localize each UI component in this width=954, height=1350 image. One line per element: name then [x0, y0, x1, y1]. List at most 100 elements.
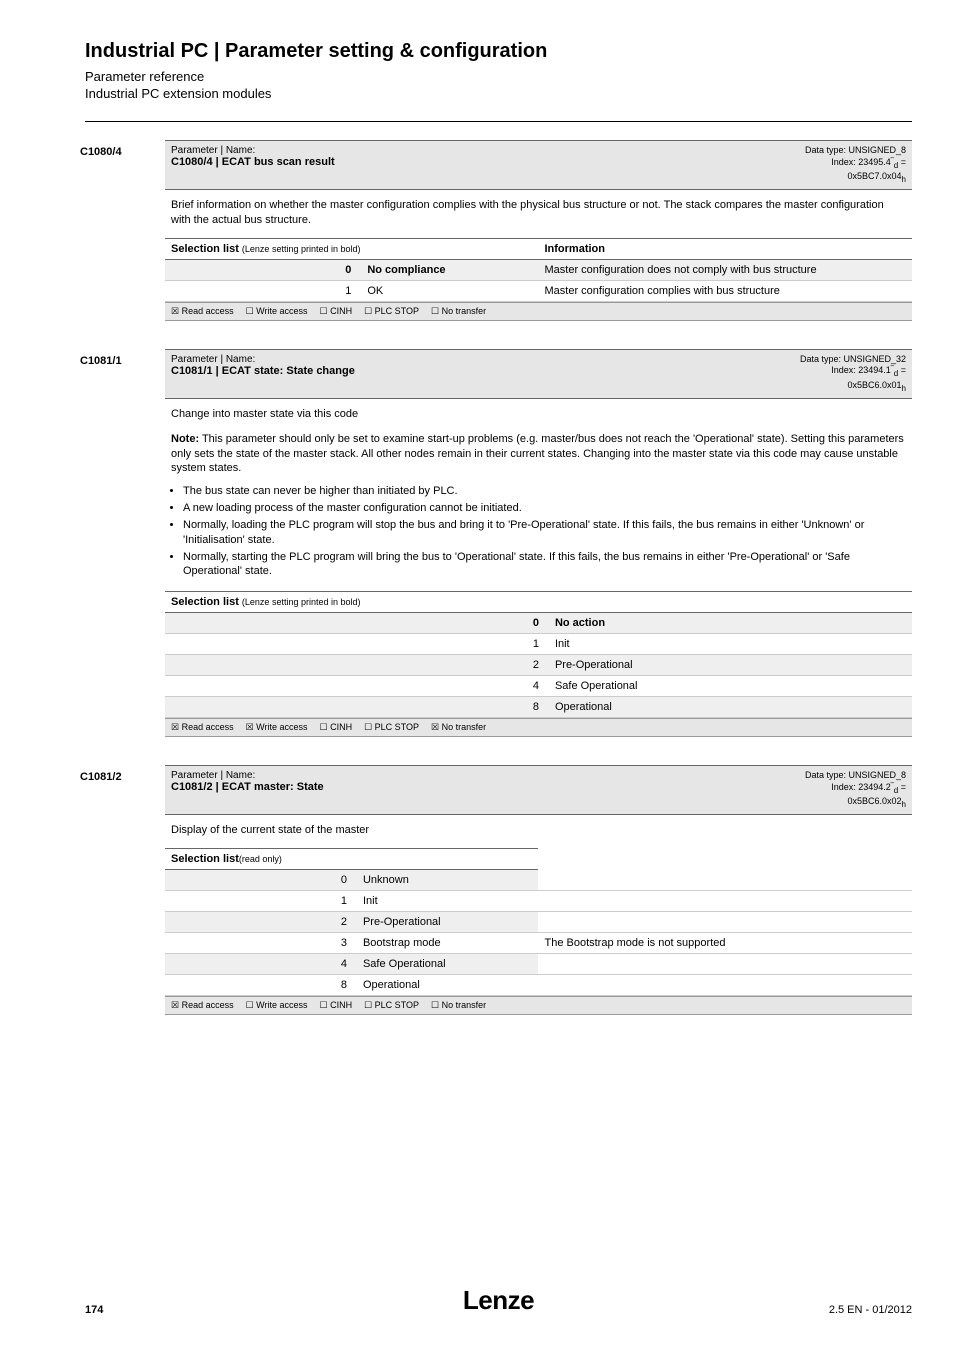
row-label: Init	[549, 634, 912, 655]
row-label: Bootstrap mode	[357, 933, 539, 954]
row-value: 4	[165, 676, 549, 697]
row-value: 0	[165, 613, 549, 634]
parameter-block: C1081/1Parameter | Name:C1081/1 | ECAT s…	[85, 349, 912, 738]
row-info	[538, 891, 912, 912]
access-flags: ☒ Read access☐ Write access☐ CINH☐ PLC S…	[165, 996, 912, 1015]
param-index: Index: 23494.1‾d =	[800, 365, 906, 379]
parameter-content: Parameter | Name:C1081/2 | ECAT master: …	[165, 765, 912, 1015]
access-flags: ☒ Read access☒ Write access☐ CINH☐ PLC S…	[165, 718, 912, 737]
selection-table: Selection list (Lenze setting printed in…	[165, 591, 912, 718]
parameter-header: Parameter | Name:C1080/4 | ECAT bus scan…	[165, 140, 912, 190]
flag-cinh: ☐ CINH	[320, 306, 353, 316]
param-meta: Data type: UNSIGNED_8Index: 23494.2‾d =0…	[805, 770, 906, 810]
table-row: 8Operational	[165, 975, 912, 996]
table-row: 1OKMaster configuration complies with bu…	[165, 280, 912, 301]
row-value: 0	[165, 259, 361, 280]
row-info: Master configuration does not comply wit…	[538, 259, 912, 280]
selection-header: Selection list (Lenze setting printed in…	[165, 592, 912, 613]
flag-plcstop: ☐ PLC STOP	[364, 722, 419, 732]
parameter-block: C1081/2Parameter | Name:C1081/2 | ECAT m…	[85, 765, 912, 1015]
row-value: 1	[165, 634, 549, 655]
row-label: Operational	[357, 975, 539, 996]
row-label: OK	[361, 280, 538, 301]
page-footer: 174 Lenze 2.5 EN - 01/2012	[85, 1304, 912, 1316]
param-hex: 0x5BC6.0x02h	[805, 796, 906, 810]
parameter-code: C1081/1	[80, 349, 165, 738]
row-info: Master configuration complies with bus s…	[538, 280, 912, 301]
row-label: Pre-Operational	[549, 655, 912, 676]
param-label: Parameter | Name:	[171, 145, 335, 156]
row-label: Safe Operational	[357, 954, 539, 975]
param-meta: Data type: UNSIGNED_32Index: 23494.1‾d =…	[800, 354, 906, 394]
selection-header-note: (Lenze setting printed in bold)	[242, 597, 361, 607]
flag-plcstop: ☐ PLC STOP	[364, 306, 419, 316]
table-row: 0No action	[165, 613, 912, 634]
param-bullets: The bus state can never be higher than i…	[165, 484, 912, 591]
row-label: Pre-Operational	[357, 912, 539, 933]
table-row: 4Safe Operational	[165, 954, 912, 975]
row-info	[538, 954, 912, 975]
param-note: Note: This parameter should only be set …	[165, 432, 912, 485]
selection-header-note: (read only)	[239, 854, 282, 864]
param-datatype: Data type: UNSIGNED_8	[805, 770, 906, 782]
param-meta: Data type: UNSIGNED_8Index: 23495.4‾d =0…	[805, 145, 906, 185]
row-label: Safe Operational	[549, 676, 912, 697]
parameter-content: Parameter | Name:C1081/1 | ECAT state: S…	[165, 349, 912, 738]
row-value: 8	[165, 975, 357, 996]
param-label: Parameter | Name:	[171, 770, 324, 781]
brand-logo: Lenze	[463, 1285, 534, 1315]
row-label: Operational	[549, 697, 912, 718]
row-info	[538, 870, 912, 891]
flag-read: ☒ Read access	[171, 1000, 234, 1010]
flag-write: ☐ Write access	[246, 1000, 308, 1010]
table-row: 1Init	[165, 634, 912, 655]
selection-table: Selection list(read only)0Unknown1Init2P…	[165, 848, 912, 996]
table-row: 1Init	[165, 891, 912, 912]
header-divider	[85, 121, 912, 122]
flag-notransfer: ☐ No transfer	[431, 306, 486, 316]
param-hex: 0x5BC6.0x01h	[800, 380, 906, 394]
param-name: C1081/1 | ECAT state: State change	[171, 365, 355, 377]
row-label: Init	[357, 891, 539, 912]
row-value: 2	[165, 655, 549, 676]
row-value: 1	[165, 891, 357, 912]
flag-write: ☒ Write access	[246, 722, 308, 732]
note-label: Note:	[171, 433, 199, 445]
flag-write: ☐ Write access	[246, 306, 308, 316]
flag-cinh: ☐ CINH	[320, 1000, 353, 1010]
information-header: Information	[538, 238, 912, 259]
selection-header-note: (Lenze setting printed in bold)	[242, 244, 361, 254]
param-description: Display of the current state of the mast…	[165, 815, 912, 848]
row-value: 1	[165, 280, 361, 301]
flag-notransfer: ☒ No transfer	[431, 722, 486, 732]
param-index: Index: 23494.2‾d =	[805, 782, 906, 796]
parameter-code: C1081/2	[80, 765, 165, 1015]
flag-cinh: ☐ CINH	[320, 722, 353, 732]
flag-read: ☒ Read access	[171, 306, 234, 316]
table-row: 0No complianceMaster configuration does …	[165, 259, 912, 280]
param-hex: 0x5BC7.0x04h	[805, 171, 906, 185]
row-label: No compliance	[361, 259, 538, 280]
selection-header: Selection list (Lenze setting printed in…	[165, 238, 538, 259]
row-value: 8	[165, 697, 549, 718]
bullet-item: Normally, loading the PLC program will s…	[183, 518, 906, 548]
row-value: 0	[165, 870, 357, 891]
page-title: Industrial PC | Parameter setting & conf…	[85, 40, 912, 63]
param-label: Parameter | Name:	[171, 354, 355, 365]
table-row: 0Unknown	[165, 870, 912, 891]
parameter-code: C1080/4	[80, 140, 165, 321]
page-subtitle-2: Industrial PC extension modules	[85, 86, 912, 101]
table-row: 3Bootstrap modeThe Bootstrap mode is not…	[165, 933, 912, 954]
page-number: 174	[85, 1304, 103, 1316]
row-label: Unknown	[357, 870, 539, 891]
access-flags: ☒ Read access ☐ Write access ☐ CINH ☐ PLC S…	[165, 302, 912, 321]
bullet-item: The bus state can never be higher than i…	[183, 484, 906, 499]
table-row: 2Pre-Operational	[165, 655, 912, 676]
param-description: Brief information on whether the master …	[165, 190, 912, 238]
row-info	[538, 975, 912, 996]
parameter-content: Parameter | Name:C1080/4 | ECAT bus scan…	[165, 140, 912, 321]
parameter-header: Parameter | Name:C1081/1 | ECAT state: S…	[165, 349, 912, 399]
row-info	[538, 912, 912, 933]
parameter-block: C1080/4Parameter | Name:C1080/4 | ECAT b…	[85, 140, 912, 321]
parameter-header: Parameter | Name:C1081/2 | ECAT master: …	[165, 765, 912, 815]
